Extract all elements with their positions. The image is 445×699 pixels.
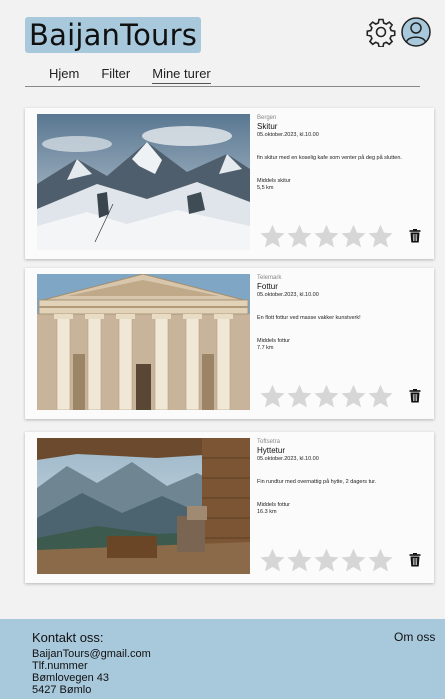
- star-icon[interactable]: [286, 383, 313, 410]
- trip-level: Middels fottur: [257, 338, 291, 344]
- footer-contact-lines: BaijanTours@gmail.com Tlf.nummer Bømlove…: [32, 648, 151, 696]
- rating-stars: [259, 383, 394, 410]
- trip-title: Hyttetur: [257, 446, 286, 455]
- footer-phone: Tlf.nummer: [32, 660, 88, 672]
- star-icon[interactable]: [259, 547, 286, 574]
- rating-stars: [259, 223, 394, 250]
- footer-email[interactable]: BaijanTours@gmail.com: [32, 648, 151, 660]
- trip-date: 05.oktober.2023, kl.10.00: [257, 292, 319, 298]
- star-icon[interactable]: [313, 223, 340, 250]
- footer-address: Bømlovegen 43: [32, 672, 110, 684]
- star-icon[interactable]: [340, 223, 367, 250]
- trip-card[interactable]: Bergen Skitur 05.oktober.2023, kl.10.00 …: [25, 108, 434, 259]
- main-nav: Hjem Filter Mine turer: [49, 66, 233, 84]
- footer: Kontakt oss: BaijanTours@gmail.com Tlf.n…: [0, 619, 445, 699]
- star-icon[interactable]: [286, 547, 313, 574]
- trip-info: Toftsetra Hyttetur 05.oktober.2023, kl.1…: [257, 438, 433, 516]
- nav-home[interactable]: Hjem: [49, 66, 79, 84]
- star-icon[interactable]: [286, 223, 313, 250]
- footer-contact-title: Kontakt oss:: [32, 630, 104, 645]
- footer-postcode: 5427 Bømlo: [32, 684, 92, 696]
- trip-info: Bergen Skitur 05.oktober.2023, kl.10.00 …: [257, 114, 433, 192]
- star-icon[interactable]: [367, 223, 394, 250]
- gear-icon[interactable]: [366, 17, 396, 47]
- trip-card[interactable]: Telemark Fottur 05.oktober.2023, kl.10.0…: [25, 268, 434, 419]
- nav-my-trips[interactable]: Mine turer: [152, 66, 211, 84]
- trash-icon[interactable]: [409, 229, 421, 243]
- trip-image-snowy-mountain: [37, 114, 250, 250]
- star-icon[interactable]: [313, 383, 340, 410]
- trip-distance: 5,5 km: [257, 185, 274, 191]
- trip-title: Fottur: [257, 282, 278, 291]
- trip-description: fin skitur med en koselig kafe som vente…: [257, 155, 402, 161]
- user-icon[interactable]: [401, 17, 431, 47]
- star-icon[interactable]: [340, 547, 367, 574]
- trip-description: En flott fottur ved masse vakker kunstve…: [257, 315, 361, 321]
- trip-info: Telemark Fottur 05.oktober.2023, kl.10.0…: [257, 274, 433, 352]
- trip-location: Bergen: [257, 115, 277, 121]
- trip-date: 05.oktober.2023, kl.10.00: [257, 132, 319, 138]
- star-icon[interactable]: [340, 383, 367, 410]
- star-icon[interactable]: [313, 547, 340, 574]
- trip-date: 05.oktober.2023, kl.10.00: [257, 456, 319, 462]
- trip-image-classical-building: [37, 274, 250, 410]
- trip-distance: 16.3 km: [257, 509, 277, 515]
- trip-level: Middels fottur: [257, 502, 291, 508]
- trip-location: Toftsetra: [257, 439, 281, 445]
- star-icon[interactable]: [259, 223, 286, 250]
- trip-title: Skitur: [257, 122, 278, 131]
- star-icon[interactable]: [259, 383, 286, 410]
- trip-location: Telemark: [257, 275, 282, 281]
- trip-image-cabin-valley: [37, 438, 250, 574]
- nav-filter[interactable]: Filter: [101, 66, 130, 84]
- star-icon[interactable]: [367, 383, 394, 410]
- trip-distance: 7.7 km: [257, 345, 274, 351]
- rating-stars: [259, 547, 394, 574]
- trip-card[interactable]: Toftsetra Hyttetur 05.oktober.2023, kl.1…: [25, 432, 434, 583]
- trash-icon[interactable]: [409, 389, 421, 403]
- trip-level: Middels skitur: [257, 178, 291, 184]
- star-icon[interactable]: [367, 547, 394, 574]
- header-divider: [25, 86, 420, 87]
- logo[interactable]: BaijanTours: [25, 17, 202, 53]
- trash-icon[interactable]: [409, 553, 421, 567]
- about-link[interactable]: Om oss: [394, 630, 435, 644]
- trip-description: Fin rundtur med overnattig på hytte, 2 d…: [257, 479, 377, 485]
